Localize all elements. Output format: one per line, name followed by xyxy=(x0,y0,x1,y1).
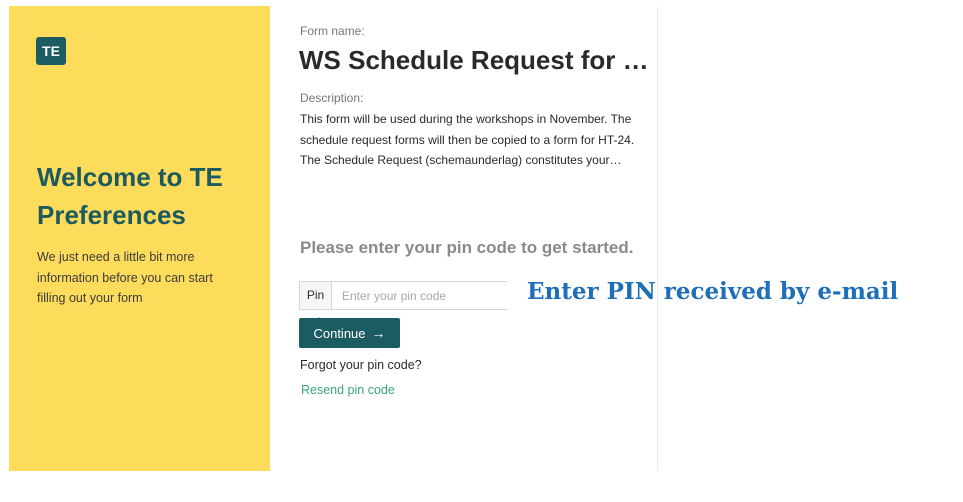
welcome-panel: TE Welcome to TE Preferences We just nee… xyxy=(9,6,270,471)
welcome-text: We just need a little bit more informati… xyxy=(37,250,213,305)
pin-code-label: Pin code: xyxy=(300,282,332,329)
pin-code-input[interactable] xyxy=(332,282,507,309)
panel-divider xyxy=(657,6,658,471)
arrow-right-icon: → xyxy=(371,325,386,341)
description-text: This form will be used during the worksh… xyxy=(300,112,635,167)
forgot-pin-text: Forgot your pin code? xyxy=(300,358,422,372)
description-label: Description: xyxy=(300,91,364,105)
form-name-label: Form name: xyxy=(300,24,365,38)
continue-label: Continue xyxy=(313,325,366,341)
pin-input-group: Pin code: xyxy=(299,281,507,329)
welcome-title: Welcome to TE Preferences xyxy=(37,162,223,230)
form-name: WS Schedule Request for … xyxy=(299,45,649,75)
continue-button[interactable]: Continue → xyxy=(299,318,400,348)
pin-prompt: Please enter your pin code to get starte… xyxy=(300,238,634,257)
te-logo: TE xyxy=(36,37,66,65)
resend-pin-link[interactable]: Resend pin code xyxy=(301,383,395,397)
pin-annotation: Enter PIN received by e-mail xyxy=(527,278,899,305)
